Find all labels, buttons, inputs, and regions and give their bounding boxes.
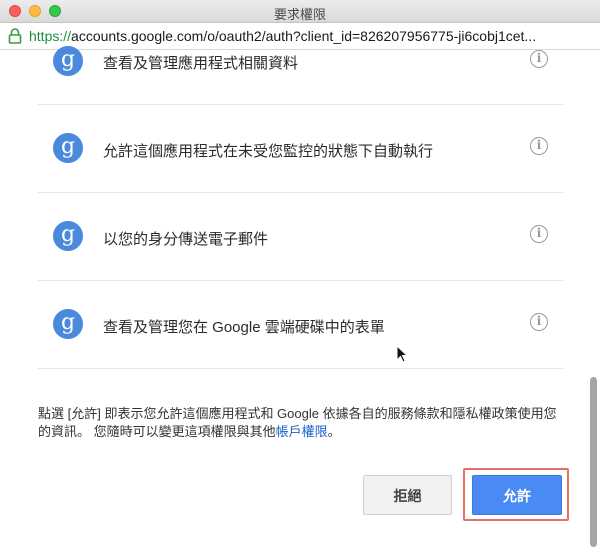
permission-label: 查看及管理應用程式相關資料 (103, 55, 299, 72)
info-icon[interactable]: i (530, 225, 548, 243)
lock-icon (8, 28, 22, 44)
url-scheme: https:// (29, 28, 72, 44)
permission-item: g 查看及管理您在 Google 雲端硬碟中的表單 i (38, 281, 563, 369)
google-g-icon: g (53, 133, 83, 163)
info-icon[interactable]: i (530, 313, 548, 331)
disclaimer-end: 。 (327, 424, 341, 439)
deny-button[interactable]: 拒絕 (363, 475, 452, 515)
consent-disclaimer: 點選 [允許] 即表示您允許這個應用程式和 Google 依據各自的服務條款和隱… (38, 405, 568, 441)
window-title: 要求權限 (273, 7, 326, 22)
google-g-icon: g (53, 221, 83, 251)
divider (38, 368, 563, 369)
permission-label: 以您的身分傳送電子郵件 (103, 231, 269, 248)
google-g-icon: g (53, 46, 83, 76)
url-path: accounts.google.com/o/oauth2/auth?client… (71, 28, 537, 44)
google-g-icon: g (53, 309, 83, 339)
permission-item: g 查看及管理應用程式相關資料 i (38, 46, 563, 105)
permission-item: g 以您的身分傳送電子郵件 i (38, 193, 563, 281)
account-permissions-link[interactable]: 帳戶權限 (276, 424, 328, 439)
scrollbar-thumb[interactable] (590, 377, 597, 547)
permission-label: 查看及管理您在 Google 雲端硬碟中的表單 (103, 319, 385, 336)
mouse-pointer-icon (396, 345, 408, 363)
url-text[interactable]: https://accounts.google.com/o/oauth2/aut… (29, 28, 594, 44)
info-icon[interactable]: i (530, 50, 548, 68)
allow-button[interactable]: 允許 (472, 475, 562, 515)
permission-label: 允許這個應用程式在未受您監控的狀態下自動執行 (103, 143, 434, 160)
address-bar: https://accounts.google.com/o/oauth2/aut… (0, 23, 600, 50)
window-title-bar: 要求權限 (0, 0, 600, 23)
info-icon[interactable]: i (530, 137, 548, 155)
permission-item: g 允許這個應用程式在未受您監控的狀態下自動執行 i (38, 105, 563, 193)
